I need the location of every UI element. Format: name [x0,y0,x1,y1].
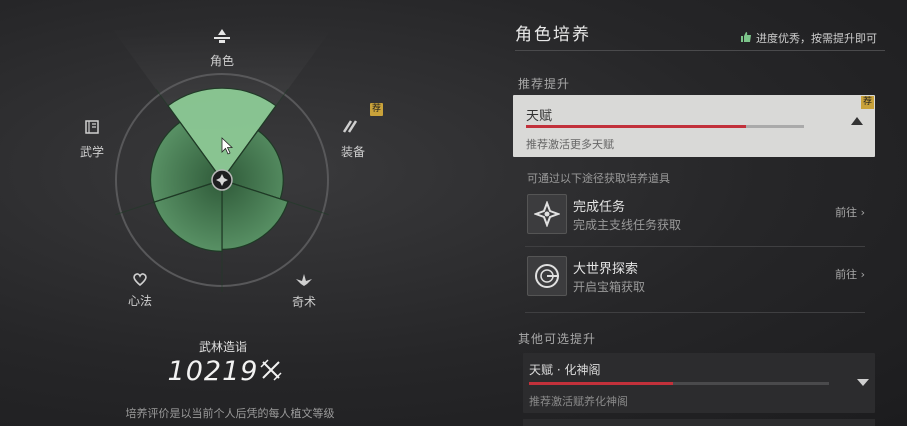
source-row-exploration[interactable]: 大世界探索 开启宝箱获取 前往 › [525,252,865,302]
talent-name: 天赋 · 化神阁 [529,363,601,377]
talent-desc: 推荐激活更多天赋 [526,138,614,151]
other-section-title: 其他可选提升 [518,332,597,346]
go-label: 前往 [835,268,858,281]
row-divider [525,246,865,247]
progress-hint-text: 进度优秀，按需提升即可 [756,32,877,45]
recommend-badge: 荐 [861,96,874,109]
talent-progress-fill [526,125,746,128]
crossed-swords-icon [260,357,282,388]
chevron-right-icon: › [860,206,865,219]
collapse-arrow-icon[interactable] [851,117,863,125]
talent-progress-fill [529,382,673,385]
title-divider [515,50,885,51]
axis-label-martial-arts[interactable]: 武学 [72,143,112,160]
heart-method-icon[interactable] [120,272,160,290]
talent-card-huashen[interactable]: 天赋 · 化神阁 推荐激活赋养化神阁 [523,353,875,413]
source-desc: 开启宝箱获取 [573,280,646,294]
equipment-recommend-badge: 荐 [370,103,383,116]
axis-label-mystic-arts[interactable]: 奇术 [284,293,324,310]
score-number: 10219 [167,356,259,387]
axis-label-equipment[interactable]: 装备 [333,143,373,160]
source-row-quest[interactable]: 完成任务 完成主支线任务获取 前往 › [525,190,865,240]
source-name: 完成任务 [573,200,626,215]
source-name: 大世界探索 [573,262,639,277]
mystic-arts-icon[interactable] [284,273,324,291]
row-divider [525,312,865,313]
score-note: 培养评价是以当前个人后凭的每人植文等级 [125,407,335,420]
cultivation-radar [110,26,334,292]
panel-title: 角色培养 [515,25,591,45]
character-icon[interactable] [202,28,242,48]
chevron-right-icon: › [860,268,865,281]
go-button[interactable]: 前往 › [835,204,865,220]
talent-desc: 推荐激活赋养化神阁 [529,395,628,408]
axis-label-character[interactable]: 角色 [202,52,242,69]
go-button[interactable]: 前往 › [835,266,865,282]
sources-heading: 可通过以下途径获取培养道具 [527,172,670,185]
thumbs-up-icon [740,31,752,46]
exploration-icon [527,256,567,296]
source-desc: 完成主支线任务获取 [573,218,682,232]
martial-arts-icon[interactable] [72,120,112,138]
talent-progress-bar [526,125,804,128]
talent-progress-bar [529,382,829,385]
go-label: 前往 [835,206,858,219]
recommended-section-title: 推荐提升 [518,77,571,91]
progress-hint: 进度优秀，按需提升即可 [740,30,877,46]
score-title: 武林造诣 [198,340,247,354]
equipment-icon[interactable] [330,119,370,137]
score-value: 10219 [155,356,295,388]
talent-card-selected[interactable]: 天赋 荐 推荐激活更多天赋 [513,95,875,157]
expand-arrow-icon[interactable] [857,379,869,386]
quest-icon [527,194,567,234]
radar-panel: 角色 荐 装备 奇术 心法 武学 武林造诣 10219 培养评价是以当前个人后凭… [0,0,460,426]
talent-name: 天赋 [526,109,553,124]
axis-label-heart-method[interactable]: 心法 [120,292,160,309]
cultivation-panel: 角色培养 进度优秀，按需提升即可 推荐提升 天赋 荐 推荐激活更多天赋 可通过以… [510,0,907,426]
next-card-partial[interactable] [523,419,875,426]
